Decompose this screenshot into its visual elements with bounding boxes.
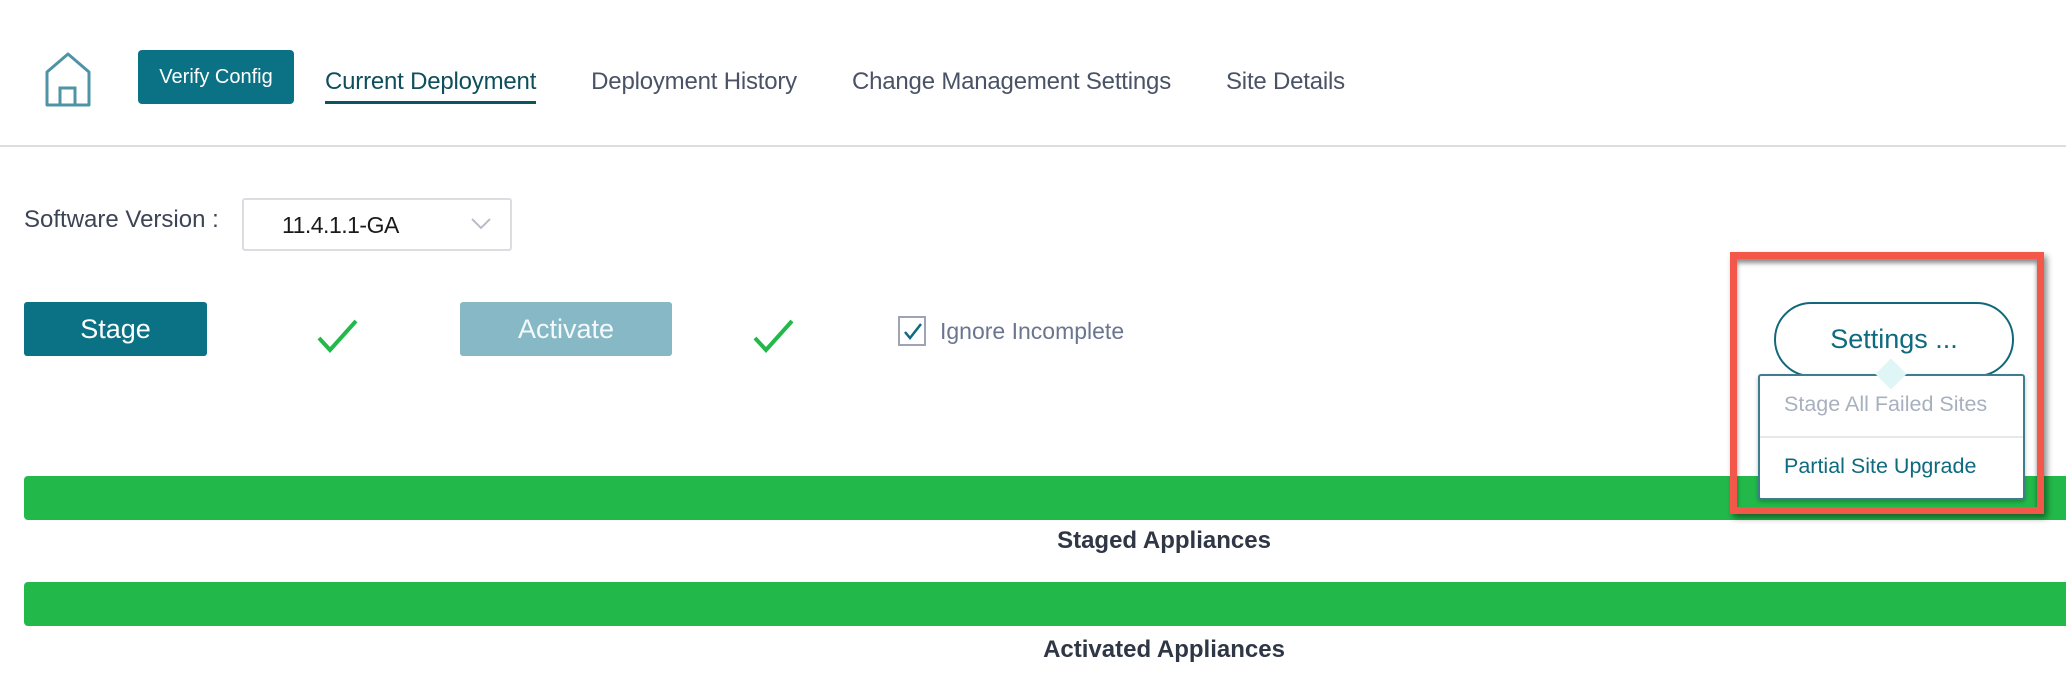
top-navigation: Verify Config Current Deployment Deploym… <box>0 0 2066 147</box>
chevron-down-icon <box>471 218 491 230</box>
settings-dropdown-menu: Stage All Failed Sites Partial Site Upgr… <box>1758 374 2025 500</box>
checkmark-icon <box>753 319 794 353</box>
tab-change-management-settings[interactable]: Change Management Settings <box>852 64 1171 104</box>
software-version-value: 11.4.1.1-GA <box>282 212 399 238</box>
activated-appliances-progress-fill <box>24 582 2066 626</box>
tab-site-details[interactable]: Site Details <box>1226 64 1345 104</box>
activated-appliances-progress-bar <box>24 582 2066 626</box>
checkmark-icon <box>317 319 358 353</box>
activated-appliances-label: Activated Appliances <box>1043 636 1285 663</box>
ignore-incomplete-checkbox[interactable] <box>898 316 926 346</box>
home-icon[interactable] <box>44 52 92 108</box>
ignore-incomplete-label[interactable]: Ignore Incomplete <box>940 318 1124 345</box>
stage-button[interactable]: Stage <box>24 302 207 356</box>
software-version-select[interactable]: 11.4.1.1-GA <box>242 198 512 251</box>
staged-appliances-label: Staged Appliances <box>1057 527 1271 554</box>
checkbox-check-icon <box>904 323 922 340</box>
software-version-label: Software Version : <box>24 206 219 233</box>
verify-config-button[interactable]: Verify Config <box>138 50 294 104</box>
tab-bar: Current Deployment Deployment History Ch… <box>325 64 1400 114</box>
tab-deployment-history[interactable]: Deployment History <box>591 64 797 104</box>
activate-button[interactable]: Activate <box>460 302 672 356</box>
tab-current-deployment[interactable]: Current Deployment <box>325 64 536 104</box>
menu-item-partial-site-upgrade[interactable]: Partial Site Upgrade <box>1760 438 2023 498</box>
